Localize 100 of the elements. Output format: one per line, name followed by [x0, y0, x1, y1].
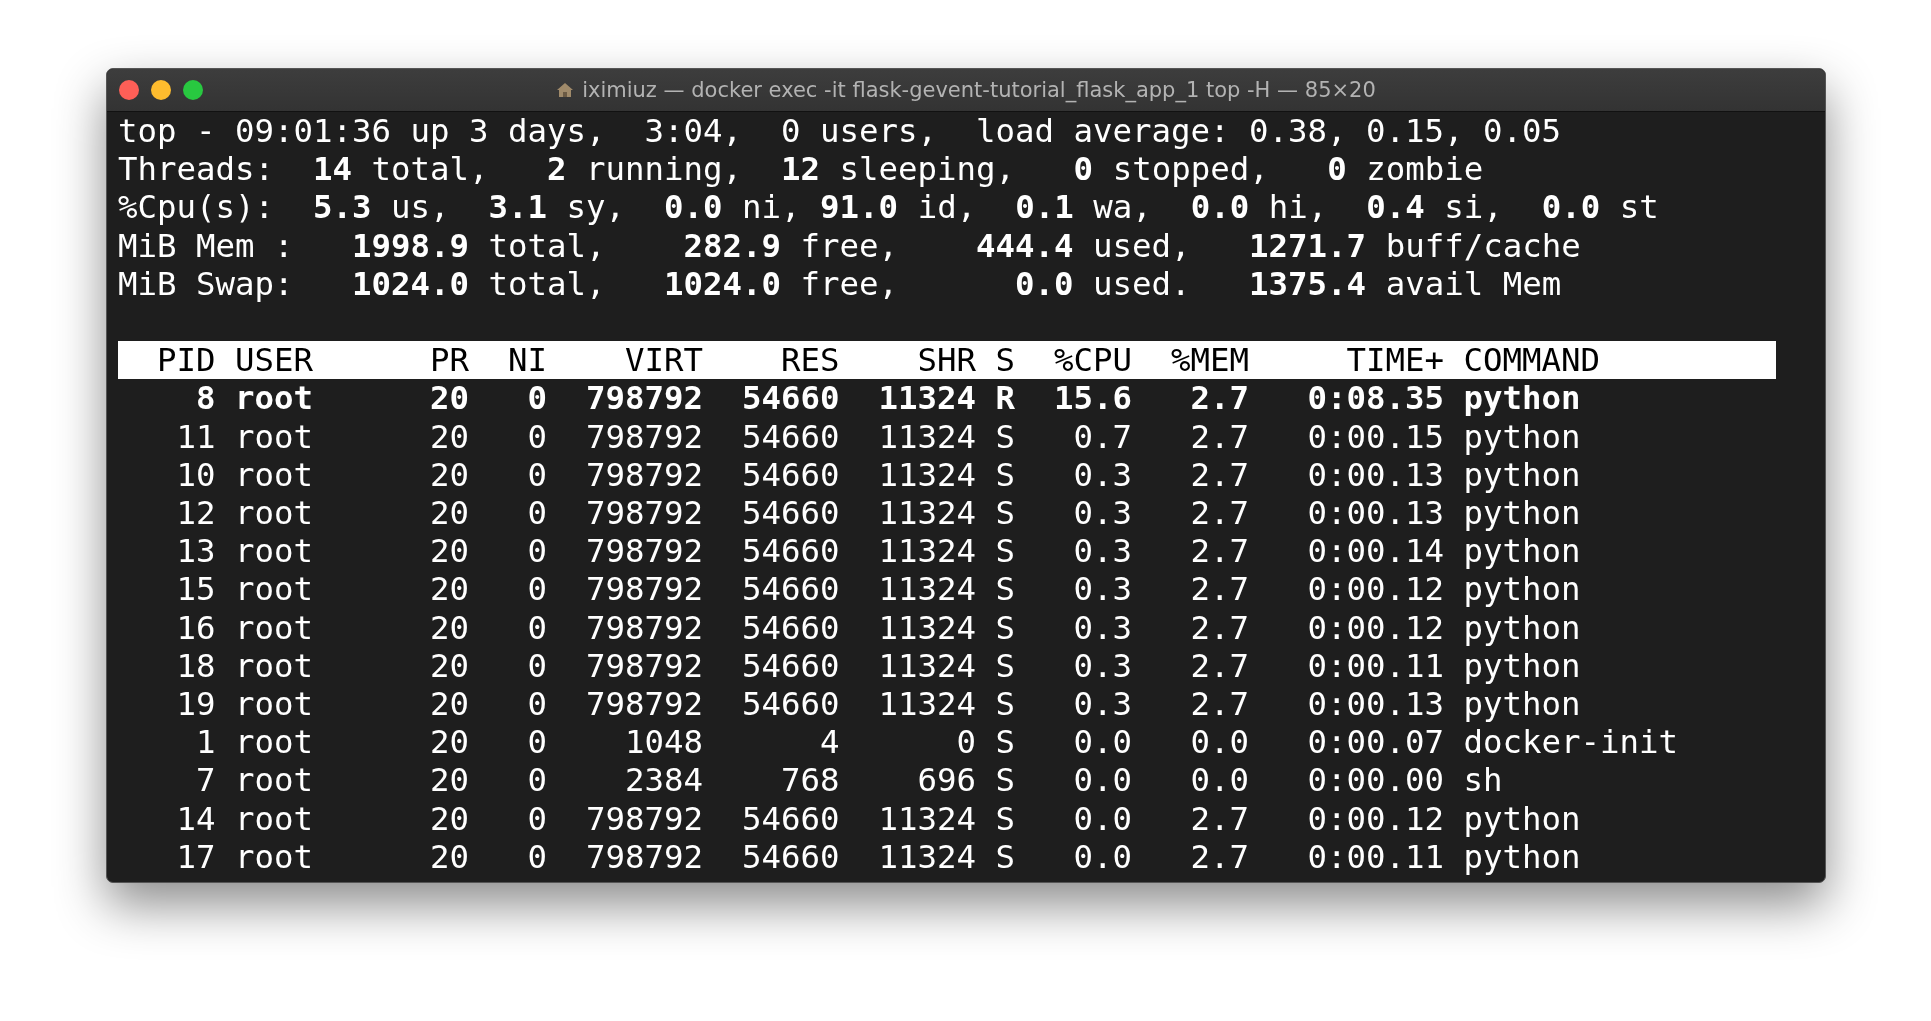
table-cell-text: 0:00.11 — [1306, 646, 1444, 685]
table-cell-text: 0:00.13 — [1306, 455, 1444, 494]
table-cell-text: root — [235, 684, 314, 724]
table-cell-text: 2.7 — [1189, 799, 1249, 838]
table-cell-text: 2.7 — [1189, 532, 1249, 571]
table-cell-text: 0.3 — [1072, 570, 1132, 609]
summary-line: %Cpu(s): 5.3 us, 3.1 sy, 0.0 ni, 91.0 id, 0.1 wa, 0.0 hi, 0.4 si, 0.0 st — [118, 188, 1660, 227]
table-cell-text: 798792 — [585, 799, 703, 838]
table-cell-text: root — [235, 417, 314, 456]
table-cell-text: 798792 — [585, 493, 703, 533]
table-cell-text: 798792 — [585, 379, 703, 418]
table-cell-text: 2.7 — [1189, 570, 1249, 609]
table-cell-text: python — [1463, 570, 1582, 609]
column-header: S — [995, 341, 1015, 380]
summary-line: Threads: 14 total, 2 running, 12 sleeping, 0 stopped, 0 zombie — [118, 150, 1485, 189]
table-cell-text: python — [1463, 493, 1582, 533]
table-cell-text: 798792 — [585, 684, 703, 724]
table-cell-text: 0:00.15 — [1306, 417, 1444, 456]
table-cell-text: 798792 — [585, 646, 703, 685]
table-cell-text: 13 — [175, 532, 216, 571]
column-header: %MEM — [1170, 341, 1249, 380]
table-cell-text: python — [1463, 379, 1582, 418]
table-cell-text: docker-init — [1463, 723, 1679, 762]
table-cell-text: 1 — [195, 723, 216, 762]
table-cell: S — [995, 455, 1015, 494]
table-cell-text: 0 — [526, 723, 547, 762]
table-cell: S — [995, 570, 1015, 609]
table-cell-text: 10 — [175, 455, 216, 494]
table-cell-text: 54660 — [741, 646, 840, 685]
table-cell: S — [995, 532, 1015, 571]
table-cell-text: 0 — [526, 379, 547, 418]
table-cell-text: python — [1463, 646, 1582, 685]
table-cell-text: 2.7 — [1189, 455, 1249, 494]
table-cell: S — [995, 684, 1015, 724]
table-cell-text: 17 — [175, 837, 216, 876]
table-cell: S — [995, 799, 1015, 838]
table-cell-text: 0.0 — [1072, 799, 1132, 838]
table-cell-text: 0.0 — [1189, 723, 1249, 762]
table-cell-text: 12 — [175, 493, 216, 533]
table-cell-text: 20 — [429, 379, 469, 418]
table-cell-text: root — [235, 837, 314, 876]
column-header: PR — [429, 341, 469, 380]
table-cell-text: 2.7 — [1189, 379, 1249, 418]
table-cell-text: 0:00.00 — [1306, 761, 1444, 800]
table-cell-text: root — [235, 570, 314, 609]
table-cell-text: python — [1463, 532, 1582, 571]
minimize-button[interactable] — [151, 80, 171, 100]
house-icon — [556, 81, 575, 99]
table-cell-text: 2.7 — [1189, 837, 1249, 876]
column-header: VIRT — [624, 341, 703, 380]
column-header: NI — [507, 341, 547, 380]
table-cell-text: 0 — [526, 761, 547, 800]
table-cell-text: 54660 — [741, 608, 840, 647]
table-cell-text: 11324 — [877, 379, 976, 418]
table-cell-text: root — [235, 455, 314, 494]
table-cell-text: 20 — [429, 837, 469, 876]
table-cell-text: 11324 — [877, 455, 976, 494]
table-cell-text: root — [235, 761, 314, 800]
column-header: SHR — [916, 341, 976, 380]
table-cell-text: 0 — [955, 723, 976, 762]
table-cell-text: 54660 — [741, 379, 840, 418]
table-cell-text: 0.3 — [1072, 455, 1132, 494]
column-header: %CPU — [1053, 341, 1132, 380]
table-cell-text: 0 — [526, 532, 547, 571]
table-cell-text: 11324 — [877, 837, 976, 876]
table-cell-text: 20 — [429, 646, 469, 685]
table-cell-text: root — [235, 608, 314, 647]
table-cell-text: 54660 — [741, 837, 840, 876]
table-cell-text: 0.0 — [1189, 761, 1249, 800]
table-cell-text: 54660 — [741, 455, 840, 494]
column-header: RES — [780, 341, 840, 380]
table-cell-text: 20 — [429, 532, 469, 571]
table-cell-text: python — [1463, 417, 1582, 456]
table-cell-text: 20 — [429, 723, 469, 762]
table-cell: S — [995, 493, 1015, 533]
table-cell-text: 20 — [429, 684, 469, 724]
table-cell-text: 0 — [526, 455, 547, 494]
table-cell-text: 20 — [429, 493, 469, 533]
summary-line: top - 09:01:36 up 3 days, 3:04, 0 users, load average: 0.38, 0.15, 0.05 — [118, 112, 1563, 151]
zoom-button[interactable] — [183, 80, 203, 100]
table-cell-text: 0 — [526, 646, 547, 685]
table-cell-text: 54660 — [741, 417, 840, 456]
table-cell-text: python — [1463, 684, 1582, 724]
table-cell-text: python — [1463, 799, 1582, 838]
table-cell-text: 768 — [780, 761, 840, 800]
table-cell-text: 0:00.14 — [1306, 532, 1444, 571]
table-cell-text: 0 — [526, 570, 547, 609]
table-cell-text: 2.7 — [1189, 684, 1249, 724]
table-cell-text: 798792 — [585, 837, 703, 876]
table-cell-text: 2.7 — [1189, 493, 1249, 533]
table-cell-text: 19 — [175, 684, 216, 724]
table-cell-text: 11324 — [877, 608, 976, 647]
table-cell-text: root — [235, 799, 314, 838]
summary-line: MiB Mem : 1998.9 total, 282.9 free, 444.4 used, 1271.7 buff/cache — [118, 226, 1582, 265]
close-button[interactable] — [119, 80, 139, 100]
column-header: TIME+ — [1345, 341, 1444, 380]
table-cell-text: 0 — [526, 837, 547, 876]
table-cell-text: sh — [1463, 761, 1504, 800]
table-cell-text: 0.0 — [1072, 837, 1132, 876]
table-cell-text: 0.3 — [1072, 532, 1132, 571]
